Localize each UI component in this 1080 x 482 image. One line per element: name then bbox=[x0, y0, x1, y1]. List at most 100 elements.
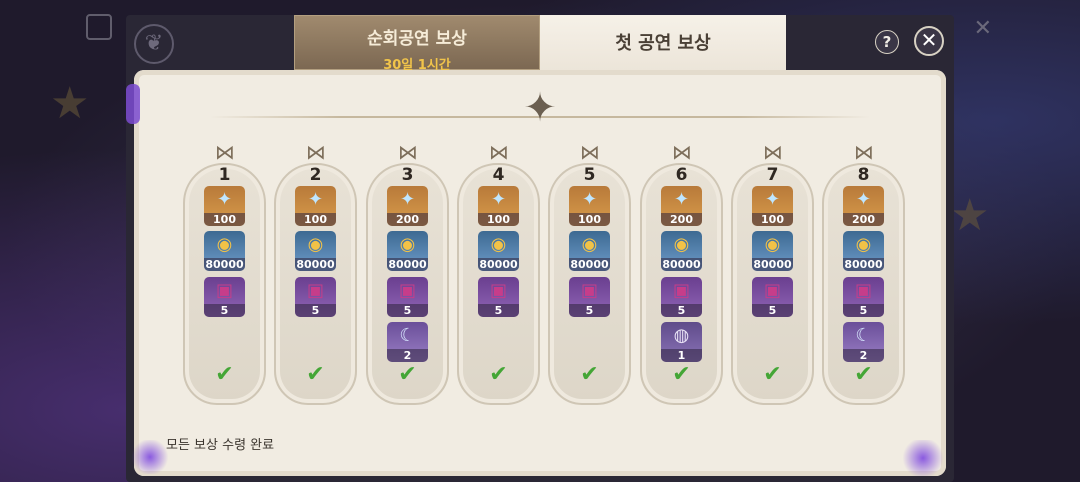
close-button[interactable]: ✕ bbox=[914, 26, 944, 56]
reward-item-mora[interactable]: ◉ 80000 bbox=[752, 231, 793, 271]
reward-item-mora[interactable]: ◉ 80000 bbox=[478, 231, 519, 271]
reward-item-primogem[interactable]: ✦ 100 bbox=[204, 186, 245, 226]
fate-icon: ☾ bbox=[855, 325, 872, 346]
primogem-icon: ✦ bbox=[490, 189, 507, 210]
mora-icon: ◉ bbox=[673, 234, 690, 255]
star-ornament-icon: ✦ bbox=[523, 85, 557, 131]
reward-count: 5 bbox=[478, 304, 519, 317]
reward-item-talent-book[interactable]: ▣ 5 bbox=[843, 277, 884, 317]
panel-corner-decoration bbox=[900, 440, 946, 476]
bow-ribbon-icon: ⋈ bbox=[854, 140, 874, 164]
day-number: 4 bbox=[492, 165, 505, 185]
day-number: 2 bbox=[309, 165, 322, 185]
reward-count: 80000 bbox=[569, 258, 610, 271]
reward-count: 100 bbox=[569, 213, 610, 226]
mora-icon: ◉ bbox=[216, 234, 233, 255]
day-number: 6 bbox=[675, 165, 688, 185]
reward-item-talent-book[interactable]: ▣ 5 bbox=[569, 277, 610, 317]
reward-count: 200 bbox=[661, 213, 702, 226]
bow-ribbon-icon: ⋈ bbox=[306, 140, 326, 164]
tab-first-label: 첫 공연 보상 bbox=[615, 33, 711, 54]
reward-count: 80000 bbox=[204, 258, 245, 271]
reward-count: 80000 bbox=[843, 258, 884, 271]
reward-count: 2 bbox=[843, 349, 884, 362]
book-icon: ▣ bbox=[763, 280, 781, 301]
reward-item-primogem[interactable]: ✦ 100 bbox=[478, 186, 519, 226]
claimed-check-icon: ✔ bbox=[763, 362, 782, 387]
book-icon: ▣ bbox=[398, 280, 416, 301]
tab-tour-label: 순회공연 보상 bbox=[367, 29, 467, 49]
reward-count: 80000 bbox=[295, 258, 336, 271]
reward-item-mora[interactable]: ◉ 80000 bbox=[204, 231, 245, 271]
day-number: 7 bbox=[766, 165, 779, 185]
reward-count: 80000 bbox=[478, 258, 519, 271]
reward-count: 5 bbox=[387, 304, 428, 317]
help-button[interactable]: ? bbox=[875, 30, 899, 54]
reward-count: 5 bbox=[661, 304, 702, 317]
primogem-icon: ✦ bbox=[581, 189, 598, 210]
reward-item-mora[interactable]: ◉ 80000 bbox=[661, 231, 702, 271]
reward-item-talent-book[interactable]: ▣ 5 bbox=[478, 277, 519, 317]
claimed-check-icon: ✔ bbox=[398, 362, 417, 387]
handbook-icon[interactable] bbox=[86, 14, 112, 40]
bow-ribbon-icon: ⋈ bbox=[763, 140, 783, 164]
reward-item-mora[interactable]: ◉ 80000 bbox=[569, 231, 610, 271]
reward-count: 100 bbox=[478, 213, 519, 226]
drum-icon: ◍ bbox=[673, 325, 690, 346]
mora-icon: ◉ bbox=[307, 234, 324, 255]
claimed-check-icon: ✔ bbox=[306, 362, 325, 387]
reward-count: 100 bbox=[752, 213, 793, 226]
background-star-icon: ★ bbox=[950, 190, 990, 241]
day-number: 1 bbox=[218, 165, 231, 185]
book-icon: ▣ bbox=[306, 280, 324, 301]
reward-count: 80000 bbox=[752, 258, 793, 271]
bow-ribbon-icon: ⋈ bbox=[489, 140, 509, 164]
reward-count: 5 bbox=[843, 304, 884, 317]
mora-icon: ◉ bbox=[764, 234, 781, 255]
reward-item-primogem[interactable]: ✦ 100 bbox=[569, 186, 610, 226]
primogem-icon: ✦ bbox=[216, 189, 233, 210]
close-icon[interactable]: ✕ bbox=[974, 16, 992, 41]
reward-count: 80000 bbox=[661, 258, 702, 271]
primogem-icon: ✦ bbox=[673, 189, 690, 210]
reward-item-primogem[interactable]: ✦ 200 bbox=[661, 186, 702, 226]
reward-item-talent-book[interactable]: ▣ 5 bbox=[204, 277, 245, 317]
bow-ribbon-icon: ⋈ bbox=[398, 140, 418, 164]
day-number: 5 bbox=[583, 165, 596, 185]
reward-count: 5 bbox=[295, 304, 336, 317]
reward-item-primogem[interactable]: ✦ 200 bbox=[387, 186, 428, 226]
reward-item-talent-book[interactable]: ▣ 5 bbox=[295, 277, 336, 317]
reward-count: 2 bbox=[387, 349, 428, 362]
claimed-check-icon: ✔ bbox=[854, 362, 873, 387]
reward-item-talent-book[interactable]: ▣ 5 bbox=[661, 277, 702, 317]
reward-item-talent-book[interactable]: ▣ 5 bbox=[387, 277, 428, 317]
primogem-icon: ✦ bbox=[855, 189, 872, 210]
reward-item-fate[interactable]: ☾ 2 bbox=[387, 322, 428, 362]
reward-item-furnishing[interactable]: ◍ 1 bbox=[661, 322, 702, 362]
reward-item-primogem[interactable]: ✦ 100 bbox=[295, 186, 336, 226]
reward-count: 200 bbox=[387, 213, 428, 226]
tab-tour-rewards[interactable]: 순회공연 보상 30일 1시간 bbox=[294, 15, 540, 73]
reward-item-mora[interactable]: ◉ 80000 bbox=[387, 231, 428, 271]
panel-corner-decoration bbox=[130, 440, 170, 474]
all-rewards-claimed-text: 모든 보상 수령 완료 bbox=[166, 438, 275, 453]
reward-item-primogem[interactable]: ✦ 200 bbox=[843, 186, 884, 226]
primogem-icon: ✦ bbox=[307, 189, 324, 210]
book-icon: ▣ bbox=[672, 280, 690, 301]
reward-item-fate[interactable]: ☾ 2 bbox=[843, 322, 884, 362]
reward-item-primogem[interactable]: ✦ 100 bbox=[752, 186, 793, 226]
book-icon: ▣ bbox=[854, 280, 872, 301]
butterfly-emblem-icon: ❦ bbox=[134, 24, 174, 64]
background-star-icon: ★ bbox=[50, 78, 90, 129]
claimed-check-icon: ✔ bbox=[672, 362, 691, 387]
reward-count: 5 bbox=[569, 304, 610, 317]
tab-first-performance-rewards[interactable]: 첫 공연 보상 bbox=[540, 15, 786, 70]
primogem-icon: ✦ bbox=[399, 189, 416, 210]
claimed-check-icon: ✔ bbox=[215, 362, 234, 387]
panel-corner-decoration bbox=[126, 84, 140, 124]
reward-item-talent-book[interactable]: ▣ 5 bbox=[752, 277, 793, 317]
reward-count: 5 bbox=[752, 304, 793, 317]
reward-item-mora[interactable]: ◉ 80000 bbox=[295, 231, 336, 271]
reward-item-mora[interactable]: ◉ 80000 bbox=[843, 231, 884, 271]
reward-count: 1 bbox=[661, 349, 702, 362]
